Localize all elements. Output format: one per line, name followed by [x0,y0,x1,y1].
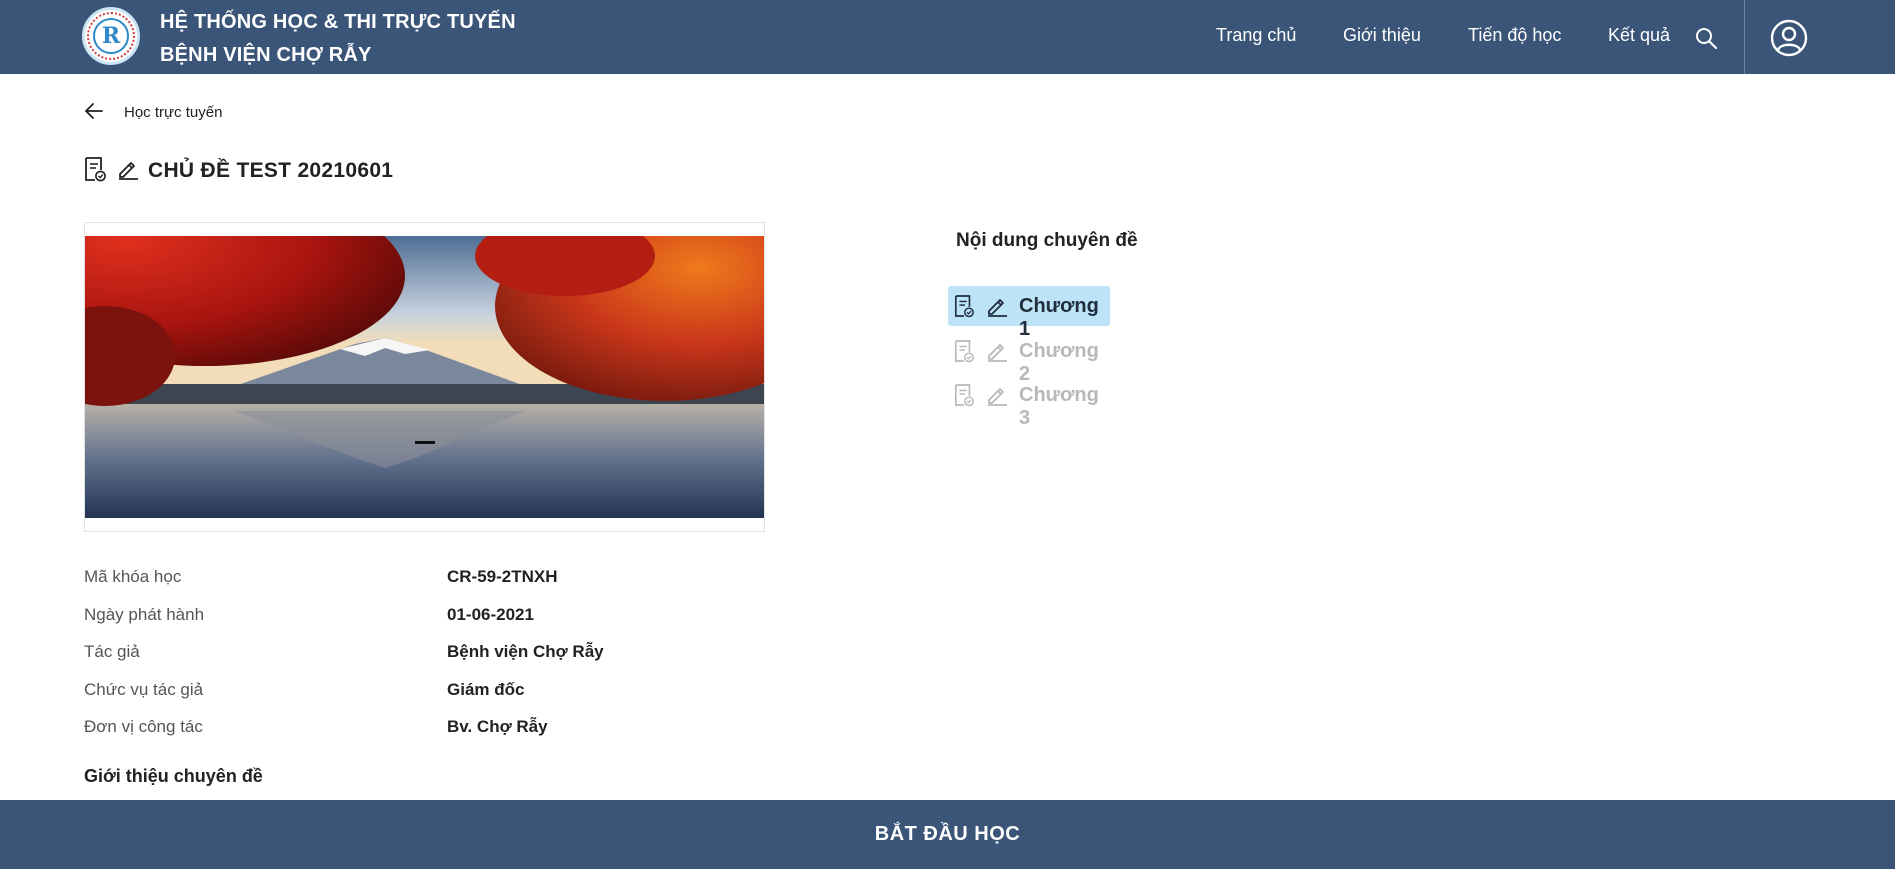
label-release-date: Ngày phát hành [84,605,205,624]
search-icon[interactable] [1694,26,1718,50]
pencil-icon [988,344,1007,362]
label-author: Tác giả [84,642,140,661]
document-check-icon [955,295,974,318]
value-author: Bệnh viện Chợ Rẫy [447,642,604,661]
intro-heading: Giới thiệu chuyên đề [84,766,263,786]
pencil-icon [988,388,1007,406]
document-check-icon [955,340,974,363]
logo-emblem: R [93,18,129,54]
brand-line-1: HỆ THỐNG HỌC & THI TRỰC TUYẾN [160,11,516,33]
nav-home[interactable]: Trang chủ [1216,25,1296,46]
label-course-code: Mã khóa học [84,567,182,586]
content-heading: Nội dung chuyên đề [956,230,1138,251]
course-banner-image [85,236,764,518]
document-check-icon [955,384,974,407]
chapter-3[interactable]: Chương 3 [948,375,1110,429]
value-workplace: Bv. Chợ Rẫy [447,717,548,736]
logo-letter: R [101,23,121,49]
value-author-position: Giám đốc [447,680,525,699]
label-author-position: Chức vụ tác giả [84,680,204,699]
chapter-1[interactable]: Chương 1 [948,286,1110,340]
top-header: R HỆ THỐNG HỌC & THI TRỰC TUYẾN BỆNH VIỆ… [0,0,1895,74]
value-release-date: 01-06-2021 [447,605,534,624]
arrow-left-icon[interactable] [84,101,104,121]
nav-results[interactable]: Kết quả [1608,25,1670,46]
brand-title: HỆ THỐNG HỌC & THI TRỰC TUYẾN BỆNH VIỆN … [160,6,516,72]
document-check-icon [85,157,106,182]
value-course-code: CR-59-2TNXH [447,567,558,586]
course-title: CHỦ ĐỀ TEST 20210601 [148,159,394,182]
label-workplace: Đơn vị công tác [84,717,203,736]
user-circle-icon[interactable] [1770,19,1808,57]
pencil-icon [988,299,1007,317]
chapter-3-label: Chương 3 [1019,384,1099,429]
pencil-icon [119,162,138,180]
hospital-logo[interactable]: R [82,7,140,65]
nav-progress[interactable]: Tiến độ học [1468,25,1561,46]
brand-line-2: BỆNH VIỆN CHỢ RẪY [160,44,372,66]
header-divider [1744,0,1745,74]
chapter-2[interactable]: Chương 2 [948,331,1110,385]
nav-about[interactable]: Giới thiệu [1343,25,1421,46]
start-learning-button[interactable]: BẮT ĐẦU HỌC [0,800,1895,869]
breadcrumb-online-learning[interactable]: Học trực tuyến [124,104,222,121]
start-learning-label: BẮT ĐẦU HỌC [874,823,1021,845]
